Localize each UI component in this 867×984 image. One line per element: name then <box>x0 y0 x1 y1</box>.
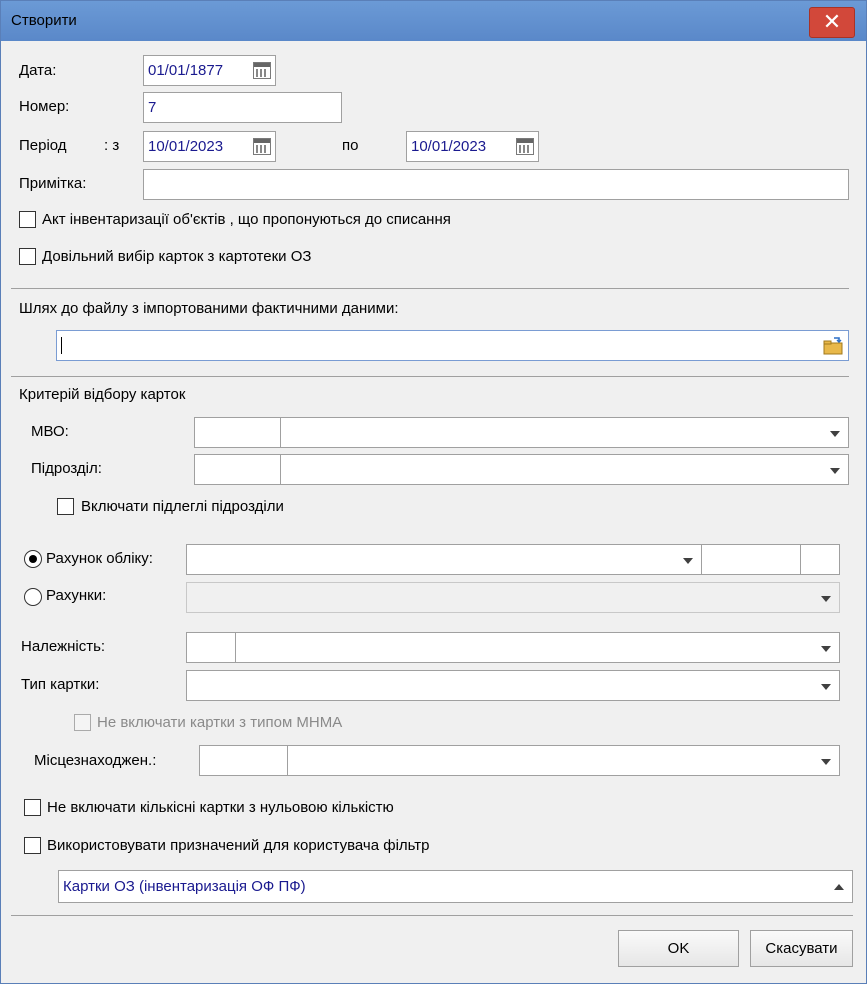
filter-select[interactable]: Картки ОЗ (інвентаризація ОФ ПФ) <box>58 870 853 903</box>
chevron-down-icon[interactable] <box>683 558 693 564</box>
chevron-down-icon[interactable] <box>821 684 831 690</box>
title-bar: Створити ✕ <box>1 1 866 41</box>
filter-value: Картки ОЗ (інвентаризація ОФ ПФ) <box>63 878 306 895</box>
number-value: 7 <box>148 99 157 116</box>
folder-open-icon[interactable] <box>823 336 843 356</box>
arbitrary-choice-checkbox[interactable] <box>19 248 36 265</box>
card-type-select[interactable] <box>186 670 840 701</box>
exclude-mnma-label[interactable]: Не включати картки з типом МНМА <box>97 714 342 731</box>
exclude-zero-checkbox[interactable] <box>24 799 41 816</box>
calendar-icon[interactable] <box>253 62 271 79</box>
divider <box>11 288 849 289</box>
account-label[interactable]: Рахунок обліку: <box>46 550 153 567</box>
use-filter-label[interactable]: Використовувати призначений для користув… <box>47 837 430 854</box>
subdivision-select[interactable] <box>194 454 849 485</box>
mvo-label: МВО: <box>31 423 69 440</box>
date-value: 01/01/1877 <box>148 62 224 79</box>
location-select[interactable] <box>199 745 840 776</box>
chevron-down-icon[interactable] <box>821 646 831 652</box>
accounts-label[interactable]: Рахунки: <box>46 587 106 604</box>
account-radio[interactable] <box>24 550 42 568</box>
chevron-up-icon[interactable] <box>834 884 844 890</box>
act-writeoff-label[interactable]: Акт інвентаризації об'єктів , що пропону… <box>42 211 451 228</box>
close-button[interactable]: ✕ <box>809 7 855 38</box>
date-label: Дата: <box>19 62 57 79</box>
mvo-select[interactable] <box>194 417 849 448</box>
calendar-icon[interactable] <box>516 138 534 155</box>
number-field[interactable]: 7 <box>143 92 342 123</box>
chevron-down-icon[interactable] <box>830 431 840 437</box>
import-path-label: Шлях до файлу з імпортованими фактичними… <box>19 300 399 317</box>
subdivision-label: Підрозділ: <box>31 460 102 477</box>
accounts-radio[interactable] <box>24 588 42 606</box>
card-type-label: Тип картки: <box>21 676 100 693</box>
number-label: Номер: <box>19 98 70 115</box>
dialog-title: Створити <box>11 12 77 29</box>
text-caret <box>61 337 62 354</box>
belonging-select[interactable] <box>186 632 840 663</box>
location-label: Місцезнаходжен.: <box>34 752 157 769</box>
belonging-label: Належність: <box>21 638 106 655</box>
criteria-title: Критерій відбору карток <box>19 386 186 403</box>
calendar-icon[interactable] <box>253 138 271 155</box>
period-to-field[interactable]: 10/01/2023 <box>406 131 539 162</box>
act-writeoff-checkbox[interactable] <box>19 211 36 228</box>
exclude-zero-label[interactable]: Не включати кількісні картки з нульовою … <box>47 799 394 816</box>
period-label: Період <box>19 137 67 154</box>
accounts-select[interactable] <box>186 582 840 613</box>
cancel-button[interactable]: Скасувати <box>750 930 853 967</box>
account-extra-field-1[interactable] <box>701 544 801 575</box>
period-to-label: по <box>342 137 359 154</box>
dialog-body: Дата: 01/01/1877 Номер: 7 Період : з 10/… <box>1 41 866 983</box>
note-label: Примітка: <box>19 175 87 192</box>
include-sub-checkbox[interactable] <box>57 498 74 515</box>
arbitrary-choice-label[interactable]: Довільний вибір карток з картотеки ОЗ <box>42 248 311 265</box>
divider <box>11 915 853 916</box>
ok-button[interactable]: OK <box>618 930 739 967</box>
create-dialog: Створити ✕ Дата: 01/01/1877 Номер: 7 Пер… <box>0 0 867 984</box>
account-extra-field-2[interactable] <box>800 544 840 575</box>
period-from-value: 10/01/2023 <box>148 138 224 155</box>
note-field[interactable] <box>143 169 849 200</box>
chevron-down-icon[interactable] <box>821 759 831 765</box>
import-path-input[interactable] <box>56 330 849 361</box>
divider <box>11 376 849 377</box>
include-sub-label[interactable]: Включати підлеглі підрозділи <box>81 498 284 515</box>
chevron-down-icon[interactable] <box>821 596 831 602</box>
period-from-field[interactable]: 10/01/2023 <box>143 131 276 162</box>
date-field[interactable]: 01/01/1877 <box>143 55 276 86</box>
chevron-down-icon[interactable] <box>830 468 840 474</box>
period-from-label: : з <box>104 137 120 154</box>
period-to-value: 10/01/2023 <box>411 138 487 155</box>
account-select[interactable] <box>186 544 702 575</box>
exclude-mnma-checkbox[interactable] <box>74 714 91 731</box>
use-filter-checkbox[interactable] <box>24 837 41 854</box>
